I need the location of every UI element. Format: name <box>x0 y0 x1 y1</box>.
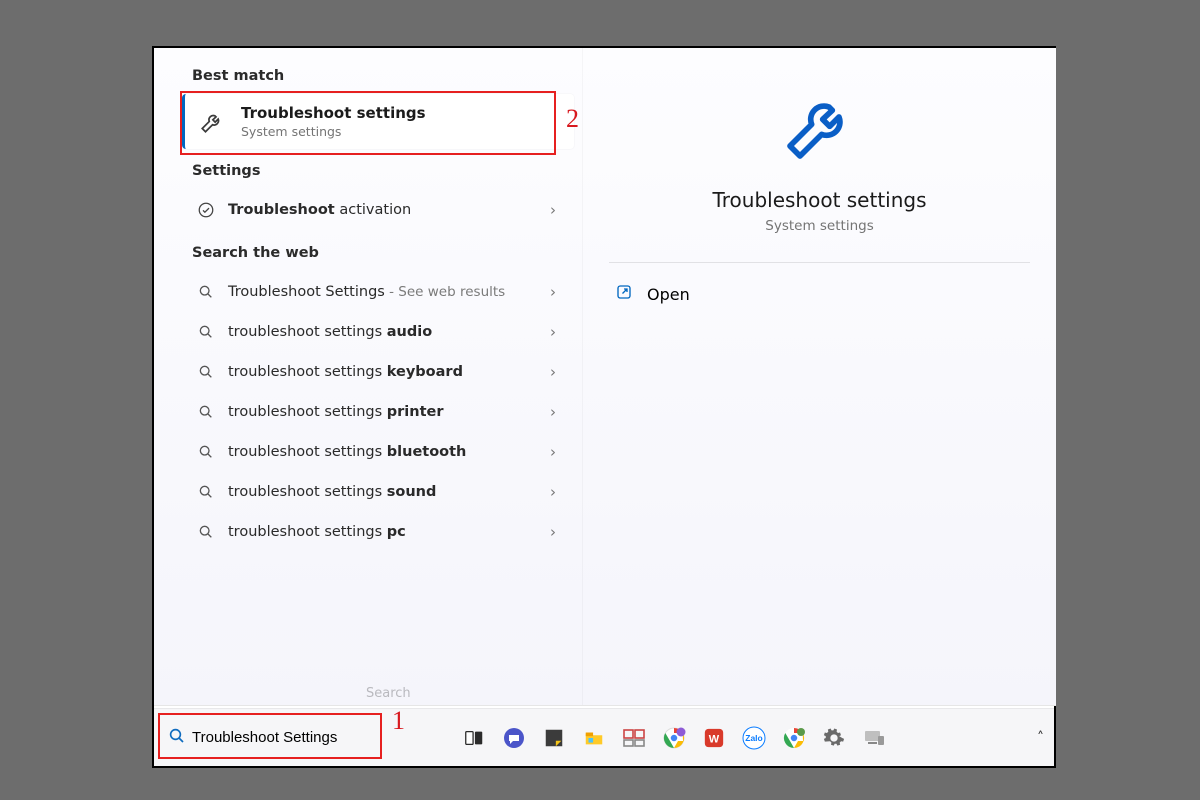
section-search-web: Search the web <box>182 231 574 271</box>
device-icon[interactable] <box>854 718 894 758</box>
web-result-text: troubleshoot settings pc <box>228 524 538 540</box>
web-result[interactable]: troubleshoot settings bluetooth › <box>182 433 568 471</box>
search-icon <box>196 522 216 542</box>
search-icon <box>196 282 216 302</box>
section-settings: Settings <box>182 149 574 189</box>
wrench-icon <box>197 107 227 137</box>
chevron-right-icon: › <box>550 283 556 301</box>
best-match-title: Troubleshoot settings <box>241 104 426 122</box>
search-icon <box>196 322 216 342</box>
sticky-notes-icon[interactable] <box>534 718 574 758</box>
settings-gear-icon[interactable] <box>814 718 854 758</box>
chat-icon[interactable] <box>494 718 534 758</box>
chevron-right-icon: › <box>550 443 556 461</box>
web-result-text: troubleshoot settings keyboard <box>228 364 538 380</box>
web-result[interactable]: Troubleshoot Settings - See web results … <box>182 273 568 311</box>
best-match-text: Troubleshoot settings System settings <box>241 104 426 139</box>
divider <box>609 262 1030 263</box>
web-result-text: troubleshoot settings bluetooth <box>228 444 538 460</box>
detail-subtitle: System settings <box>609 218 1030 234</box>
settings-result[interactable]: Troubleshoot activation › <box>182 191 568 229</box>
taskbar-search-input[interactable] <box>192 729 370 746</box>
start-search-panel: Best match Troubleshoot settings System … <box>154 48 1056 706</box>
chrome-profile-icon[interactable] <box>654 718 694 758</box>
chevron-right-icon: › <box>550 523 556 541</box>
chevron-right-icon: › <box>550 323 556 341</box>
chrome-icon[interactable] <box>774 718 814 758</box>
system-tray-chevron-icon[interactable]: ˄ <box>1037 730 1044 746</box>
taskbar-search-container[interactable] <box>162 721 376 755</box>
section-best-match: Best match <box>182 62 574 94</box>
open-external-icon <box>615 283 633 305</box>
web-result-text: troubleshoot settings printer <box>228 404 538 420</box>
chevron-right-icon: › <box>550 483 556 501</box>
detail-pane: Troubleshoot settings System settings Op… <box>582 48 1056 705</box>
wps-icon[interactable]: W <box>694 718 734 758</box>
chevron-right-icon: › <box>550 403 556 421</box>
taskbar-icons: W Zalo <box>454 718 894 758</box>
open-label: Open <box>647 285 690 304</box>
web-result[interactable]: troubleshoot settings sound › <box>182 473 568 511</box>
search-icon <box>196 362 216 382</box>
search-icon <box>196 482 216 502</box>
detail-title: Troubleshoot settings <box>609 188 1030 212</box>
best-match-subtitle: System settings <box>241 124 426 139</box>
wrench-large-icon <box>609 86 1030 170</box>
web-result-text: Troubleshoot Settings - See web results <box>228 284 538 300</box>
web-result-text: troubleshoot settings audio <box>228 324 538 340</box>
file-explorer-icon[interactable] <box>574 718 614 758</box>
chevron-right-icon: › <box>550 363 556 381</box>
results-pane: Best match Troubleshoot settings System … <box>154 48 582 705</box>
chevron-right-icon: › <box>550 201 556 219</box>
taskbar: W Zalo ˄ <box>154 708 1054 766</box>
open-action[interactable]: Open <box>609 273 1030 315</box>
checkmark-circle-icon <box>196 200 216 220</box>
task-view-icon[interactable] <box>454 718 494 758</box>
snip-tool-icon[interactable] <box>614 718 654 758</box>
search-icon <box>196 402 216 422</box>
zalo-icon[interactable]: Zalo <box>734 718 774 758</box>
web-result[interactable]: troubleshoot settings audio › <box>182 313 568 351</box>
svg-text:W: W <box>709 733 720 745</box>
search-icon <box>168 727 186 749</box>
svg-text:Zalo: Zalo <box>745 733 762 743</box>
web-result[interactable]: troubleshoot settings printer › <box>182 393 568 431</box>
screenshot-frame: Best match Troubleshoot settings System … <box>152 46 1056 768</box>
search-icon <box>196 442 216 462</box>
web-result-text: troubleshoot settings sound <box>228 484 538 500</box>
web-result[interactable]: troubleshoot settings pc › <box>182 513 568 551</box>
web-result[interactable]: troubleshoot settings keyboard › <box>182 353 568 391</box>
settings-result-text: Troubleshoot activation <box>228 202 538 218</box>
best-match-result[interactable]: Troubleshoot settings System settings <box>182 94 574 149</box>
